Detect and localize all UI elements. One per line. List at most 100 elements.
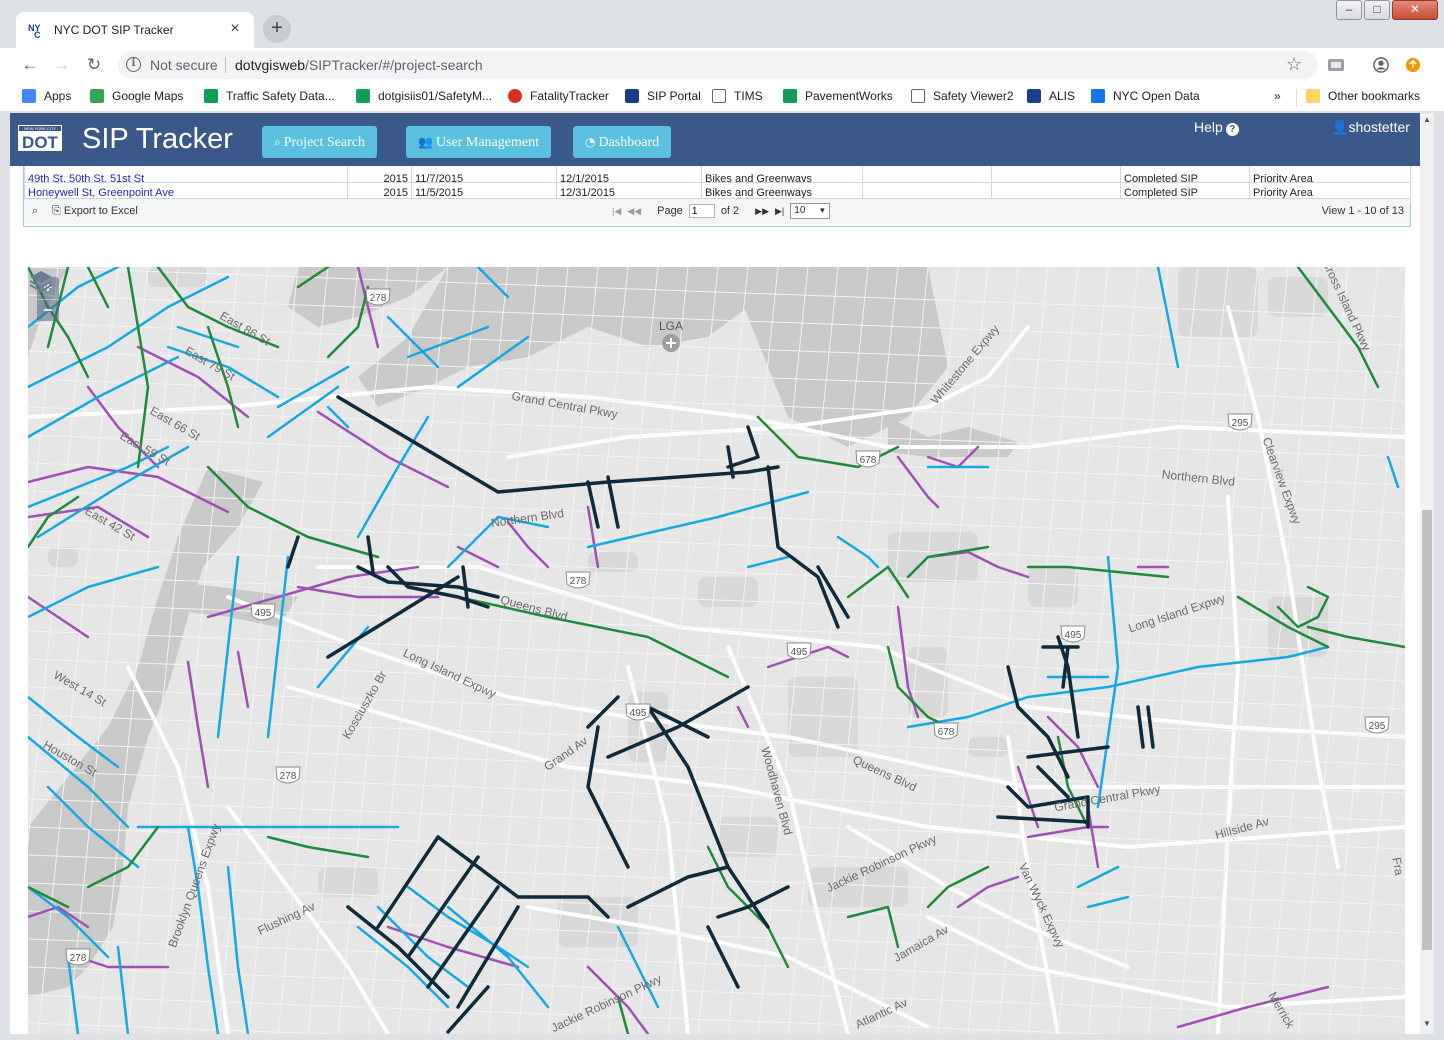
user-menu[interactable]: 👤shostetter: [1331, 119, 1410, 136]
minimize-button[interactable]: –: [1336, 0, 1362, 20]
bookmark-label: dotgisiis01/SafetyM...: [378, 89, 493, 103]
browser-tab[interactable]: NY C NYC DOT SIP Tracker ×: [16, 12, 254, 48]
next-page-icon[interactable]: ▶▶: [755, 206, 769, 217]
park-area: [1028, 567, 1078, 607]
project-link[interactable]: 49th St, 50th St, 51st St: [28, 173, 144, 182]
rows-per-page-value: 10: [794, 205, 806, 216]
nyc-icon: [625, 89, 639, 103]
prev-page-icon[interactable]: ◀◀: [627, 206, 641, 217]
route-shield-label: 495: [791, 647, 808, 658]
page-icon: [911, 89, 925, 103]
dashboard-button[interactable]: ◔ Dashboard: [573, 126, 672, 158]
url-text[interactable]: dotvgisweb/SIPTracker/#/project-search: [235, 57, 483, 73]
project-map[interactable]: LGA Grand Central Pkwy Whitestone Expwy Nor…: [28, 267, 1405, 1034]
page-viewport: 49th St, 50th St, 51st St 2015 11/7/2015 12…: [10, 113, 1434, 1034]
scroll-down-icon[interactable]: ▼: [1422, 1019, 1432, 1029]
route-shield-label: 295: [1369, 721, 1386, 732]
layers-icon[interactable]: [28, 267, 54, 293]
google-maps-icon: [90, 89, 104, 103]
park-area: [698, 577, 758, 607]
account-icon[interactable]: [1372, 57, 1390, 73]
dashboard-label: Dashboard: [598, 135, 660, 150]
park-area: [1178, 267, 1258, 337]
update-icon[interactable]: [1404, 57, 1422, 73]
new-tab-button[interactable]: +: [263, 15, 291, 43]
info-icon[interactable]: i: [126, 57, 141, 72]
bookmark-item[interactable]: SIP Portal: [625, 89, 701, 103]
map-canvas[interactable]: LGAGrand Central Pkwy Whitestone ExpwyNor…: [28, 267, 1405, 1034]
user-management-button[interactable]: 👥 User Management: [406, 126, 551, 158]
bookmark-item[interactable]: NYC Open Data: [1091, 89, 1200, 103]
bookmark-item[interactable]: ALIS: [1027, 89, 1075, 103]
bookmark-item[interactable]: dotgisiis01/SafetyM...: [356, 89, 492, 103]
back-arrow-icon[interactable]: ←: [18, 53, 42, 77]
folder-icon: [1306, 89, 1320, 103]
route-shield-label: 678: [860, 455, 877, 466]
project-grid: 49th St, 50th St, 51st St 2015 11/7/2015 12…: [23, 161, 1411, 227]
user-icon: 👤: [1331, 119, 1349, 135]
last-page-icon[interactable]: ▶|: [775, 206, 784, 217]
project-link[interactable]: Honeywell St, Greenpoint Ave: [28, 187, 174, 199]
scrollbar-thumb[interactable]: [1422, 510, 1432, 950]
park-area: [318, 867, 378, 897]
svg-text:C: C: [34, 30, 41, 38]
project-table: 49th St, 50th St, 51st St 2015 11/7/2015 12…: [24, 162, 1411, 203]
bookmark-label: ALIS: [1049, 89, 1076, 103]
export-label: Export to Excel: [63, 205, 138, 217]
tab-title: NYC DOT SIP Tracker: [54, 23, 174, 37]
security-label: Not secure: [150, 57, 218, 73]
tab-close-icon[interactable]: ×: [226, 19, 244, 39]
bookmark-label: Apps: [44, 89, 72, 103]
page-scrollbar[interactable]: ▲ ▼: [1420, 113, 1434, 1034]
other-bookmarks[interactable]: Other bookmarks: [1306, 89, 1420, 103]
route-shield-label: 678: [938, 727, 955, 738]
park-area: [968, 737, 1008, 757]
search-icon[interactable]: ⌕: [32, 205, 38, 218]
bookmarks-overflow-button[interactable]: »: [1274, 89, 1281, 103]
apps-grid-icon: [22, 89, 36, 103]
url-path: /SIPTracker/#/project-search: [305, 57, 483, 73]
pager-controls: |◀ ◀◀ Page of 2 ▶▶ ▶| 10 ▼: [612, 203, 831, 219]
bookmark-label: Google Maps: [112, 89, 184, 103]
address-bar[interactable]: i Not secure dotvgisweb/SIPTracker/#/pro…: [118, 51, 1318, 79]
traffic-icon: [356, 89, 370, 103]
page-label: Page: [657, 205, 683, 217]
question-icon: ?: [1225, 123, 1239, 136]
help-link[interactable]: Help?: [1194, 119, 1239, 136]
records-count: View 1 - 10 of 13: [1321, 205, 1404, 217]
zoom-out-button[interactable]: −: [37, 299, 59, 321]
bookmarks-separator: [1296, 89, 1297, 107]
bookmark-item[interactable]: Traffic Safety Data...: [204, 89, 335, 103]
help-label: Help: [1194, 119, 1223, 135]
bookmark-label: Traffic Safety Data...: [226, 89, 335, 103]
bookmark-label: FatalityTracker: [530, 89, 609, 103]
bookmark-label: PavementWorks: [805, 89, 893, 103]
bookmark-item[interactable]: Safety Viewer2: [911, 89, 1014, 103]
bookmark-item[interactable]: Apps: [22, 89, 71, 103]
route-shield-label: 495: [630, 708, 647, 719]
extension-icon[interactable]: [1327, 57, 1345, 73]
project-search-button[interactable]: ⌕ Project Search: [262, 126, 377, 158]
forward-arrow-icon[interactable]: →: [50, 53, 74, 77]
maximize-button[interactable]: □: [1364, 0, 1390, 20]
bookmarks-bar: Apps Google Maps Traffic Safety Data... dot…: [0, 82, 1444, 112]
search-icon: ⌕: [274, 135, 281, 149]
bookmark-item[interactable]: FatalityTracker: [508, 89, 609, 103]
bookmark-item[interactable]: TIMS: [712, 89, 763, 103]
export-excel-button[interactable]: ⎘ Export to Excel: [52, 205, 138, 218]
bookmark-item[interactable]: Google Maps: [90, 89, 183, 103]
close-window-button[interactable]: ✕: [1392, 0, 1438, 20]
pavement-icon: [783, 89, 797, 103]
app-title: SIP Tracker: [82, 123, 233, 155]
export-icon: ⎘: [52, 205, 64, 217]
first-page-icon[interactable]: |◀: [612, 206, 621, 217]
rows-per-page-select[interactable]: 10 ▼: [790, 203, 831, 219]
bookmark-star-icon[interactable]: ☆: [1286, 54, 1302, 75]
bookmark-item[interactable]: PavementWorks: [783, 89, 893, 103]
traffic-icon: [204, 89, 218, 103]
users-icon: 👥: [418, 135, 433, 149]
scroll-up-icon[interactable]: ▲: [1422, 115, 1432, 125]
reload-icon[interactable]: ↻: [82, 53, 106, 77]
bookmark-label: NYC Open Data: [1113, 89, 1200, 103]
page-input[interactable]: [688, 204, 715, 218]
